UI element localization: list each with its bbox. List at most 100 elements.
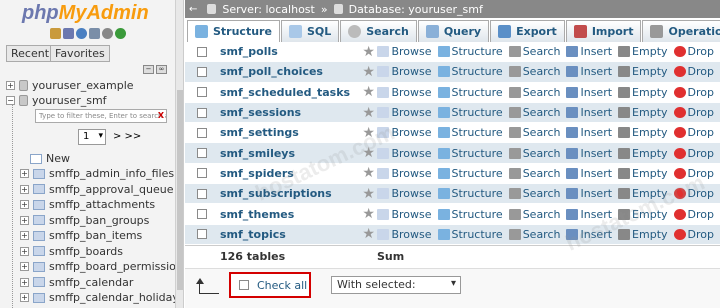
star-icon[interactable]: ★ (360, 105, 378, 121)
check-all-control[interactable]: Check all (229, 272, 311, 298)
collapse-icon[interactable]: − (6, 96, 15, 105)
search-action[interactable]: Search (508, 106, 560, 119)
empty-action[interactable]: Empty (618, 45, 668, 58)
scrollbar-thumb[interactable] (177, 90, 183, 290)
structure-action[interactable]: Structure (437, 208, 503, 221)
drop-action[interactable]: Drop (673, 208, 714, 221)
browse-action[interactable]: Browse (377, 187, 432, 200)
tree-table-item[interactable]: + smffp_admin_info_files (20, 167, 174, 180)
insert-action[interactable]: Insert (566, 126, 612, 139)
browse-action[interactable]: Browse (377, 106, 432, 119)
browse-action[interactable]: Browse (377, 167, 432, 180)
table-name-link[interactable]: smf_topics (220, 228, 360, 241)
row-checkbox[interactable] (197, 168, 207, 179)
browse-action[interactable]: Browse (377, 45, 432, 58)
browse-action[interactable]: Browse (377, 147, 432, 160)
browse-action[interactable]: Browse (377, 208, 432, 221)
row-checkbox[interactable] (197, 46, 207, 57)
tab-operations[interactable]: Operations (642, 20, 720, 42)
table-name-link[interactable]: smf_settings (220, 126, 360, 139)
tab-import[interactable]: Import (565, 20, 642, 42)
browse-action[interactable]: Browse (377, 65, 432, 78)
nav-scrollbar[interactable] (175, 0, 183, 308)
structure-action[interactable]: Structure (437, 106, 503, 119)
table-name-link[interactable]: smf_sessions (220, 106, 360, 119)
row-checkbox[interactable] (197, 66, 207, 77)
recent-button[interactable]: Recent (6, 45, 55, 62)
empty-action[interactable]: Empty (618, 147, 668, 160)
insert-action[interactable]: Insert (566, 45, 612, 58)
expand-icon[interactable]: + (20, 277, 29, 287)
tab-search[interactable]: Search (340, 20, 417, 42)
expand-icon[interactable]: + (20, 293, 29, 302)
search-action[interactable]: Search (508, 187, 560, 200)
empty-action[interactable]: Empty (618, 126, 668, 139)
tree-table-item[interactable]: + smffp_calendar (20, 276, 133, 289)
home-icon[interactable] (50, 28, 61, 39)
table-name-link[interactable]: smf_scheduled_tasks (220, 86, 360, 99)
tab-sql[interactable]: SQL (280, 20, 340, 42)
favorites-button[interactable]: Favorites (50, 45, 110, 62)
search-action[interactable]: Search (508, 126, 560, 139)
drop-action[interactable]: Drop (673, 167, 714, 180)
reload-icon[interactable] (115, 28, 126, 39)
tree-table-item[interactable]: + smffp_approval_queue (20, 183, 174, 196)
search-action[interactable]: Search (508, 167, 560, 180)
row-checkbox[interactable] (197, 209, 207, 220)
link-icon[interactable]: ∞ (156, 65, 167, 74)
docs-icon[interactable] (89, 28, 100, 39)
table-filter-input[interactable]: Type to filter these, Enter to search al… (35, 109, 167, 123)
row-checkbox[interactable] (197, 87, 207, 98)
tab-structure[interactable]: Structure (187, 20, 280, 42)
browse-action[interactable]: Browse (377, 86, 432, 99)
insert-action[interactable]: Insert (566, 228, 612, 241)
back-arrow-icon[interactable]: ← (189, 4, 197, 15)
star-icon[interactable]: ★ (360, 64, 378, 80)
expand-icon[interactable]: + (20, 200, 29, 209)
star-icon[interactable]: ★ (360, 165, 378, 181)
tab-query[interactable]: Query (417, 20, 490, 42)
structure-action[interactable]: Structure (437, 228, 503, 241)
help-icon[interactable] (76, 28, 87, 39)
insert-action[interactable]: Insert (566, 167, 612, 180)
tree-table-item[interactable]: + smffp_calendar_holidays (20, 291, 183, 304)
search-action[interactable]: Search (508, 208, 560, 221)
expand-icon[interactable]: + (6, 81, 15, 90)
structure-action[interactable]: Structure (437, 147, 503, 160)
star-icon[interactable]: ★ (360, 186, 378, 202)
tree-table-item[interactable]: + smffp_attachments (20, 198, 155, 211)
tree-new-table[interactable]: New (30, 152, 70, 165)
empty-action[interactable]: Empty (618, 187, 668, 200)
logout-icon[interactable] (63, 28, 74, 39)
drop-action[interactable]: Drop (673, 45, 714, 58)
drop-action[interactable]: Drop (673, 126, 714, 139)
row-checkbox[interactable] (197, 148, 207, 159)
browse-action[interactable]: Browse (377, 126, 432, 139)
row-checkbox[interactable] (197, 229, 207, 240)
with-selected-dropdown[interactable]: With selected: (331, 276, 461, 294)
row-checkbox[interactable] (197, 107, 207, 118)
table-name-link[interactable]: smf_themes (220, 208, 360, 221)
search-action[interactable]: Search (508, 228, 560, 241)
empty-action[interactable]: Empty (618, 65, 668, 78)
breadcrumb-server[interactable]: Server: localhost (222, 3, 314, 16)
drop-action[interactable]: Drop (673, 147, 714, 160)
expand-icon[interactable]: + (20, 215, 29, 225)
tab-export[interactable]: Export (490, 20, 565, 42)
table-name-link[interactable]: smf_smileys (220, 147, 360, 160)
insert-action[interactable]: Insert (566, 147, 612, 160)
empty-action[interactable]: Empty (618, 228, 668, 241)
empty-action[interactable]: Empty (618, 106, 668, 119)
drop-action[interactable]: Drop (673, 65, 714, 78)
empty-action[interactable]: Empty (618, 208, 668, 221)
search-action[interactable]: Search (508, 65, 560, 78)
row-checkbox[interactable] (197, 188, 207, 199)
tree-table-item[interactable]: + smffp_ban_items (20, 229, 142, 242)
structure-action[interactable]: Structure (437, 86, 503, 99)
page-select[interactable]: 1 (78, 129, 106, 145)
drop-action[interactable]: Drop (673, 228, 714, 241)
table-name-link[interactable]: smf_subscriptions (220, 187, 360, 200)
structure-action[interactable]: Structure (437, 167, 503, 180)
next-page-link[interactable]: > >> (113, 131, 141, 142)
star-icon[interactable]: ★ (360, 44, 378, 60)
